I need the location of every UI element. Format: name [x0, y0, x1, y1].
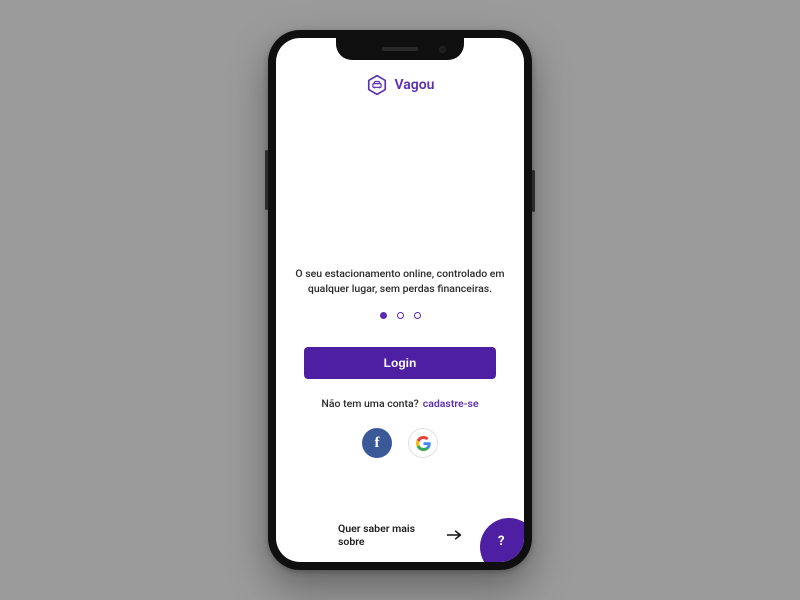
carousel-dot-1[interactable] [380, 312, 387, 319]
learn-more-link[interactable]: Quer saber mais sobre [338, 522, 462, 548]
brand-lockup: Vagou [366, 74, 435, 96]
help-icon: ? [498, 534, 504, 549]
help-fab[interactable]: ? [480, 518, 524, 562]
signup-prompt: Não tem uma conta? [321, 397, 418, 410]
logo-hexagon-icon [366, 74, 388, 96]
signup-row: Não tem uma conta? cadastre-se [321, 397, 478, 410]
phone-frame: Vagou O seu estacionamento online, contr… [268, 30, 532, 570]
login-button-label: Login [384, 356, 417, 370]
facebook-icon: f [375, 435, 380, 452]
brand-name: Vagou [395, 77, 435, 93]
facebook-login-button[interactable]: f [362, 428, 392, 458]
phone-notch [336, 38, 464, 60]
social-login-row: f [362, 428, 438, 458]
login-button[interactable]: Login [304, 347, 496, 379]
carousel-dot-3[interactable] [414, 312, 421, 319]
carousel-dot-2[interactable] [397, 312, 404, 319]
signup-link[interactable]: cadastre-se [423, 397, 479, 410]
google-login-button[interactable] [408, 428, 438, 458]
onboarding-tagline: O seu estacionamento online, controlado … [295, 266, 505, 296]
google-icon [416, 436, 431, 451]
phone-screen: Vagou O seu estacionamento online, contr… [276, 38, 524, 562]
speaker-grille [382, 47, 418, 51]
learn-more-label: Quer saber mais sobre [338, 522, 440, 548]
front-camera [439, 46, 446, 53]
arrow-right-icon [447, 530, 462, 540]
carousel-dots [380, 312, 421, 319]
